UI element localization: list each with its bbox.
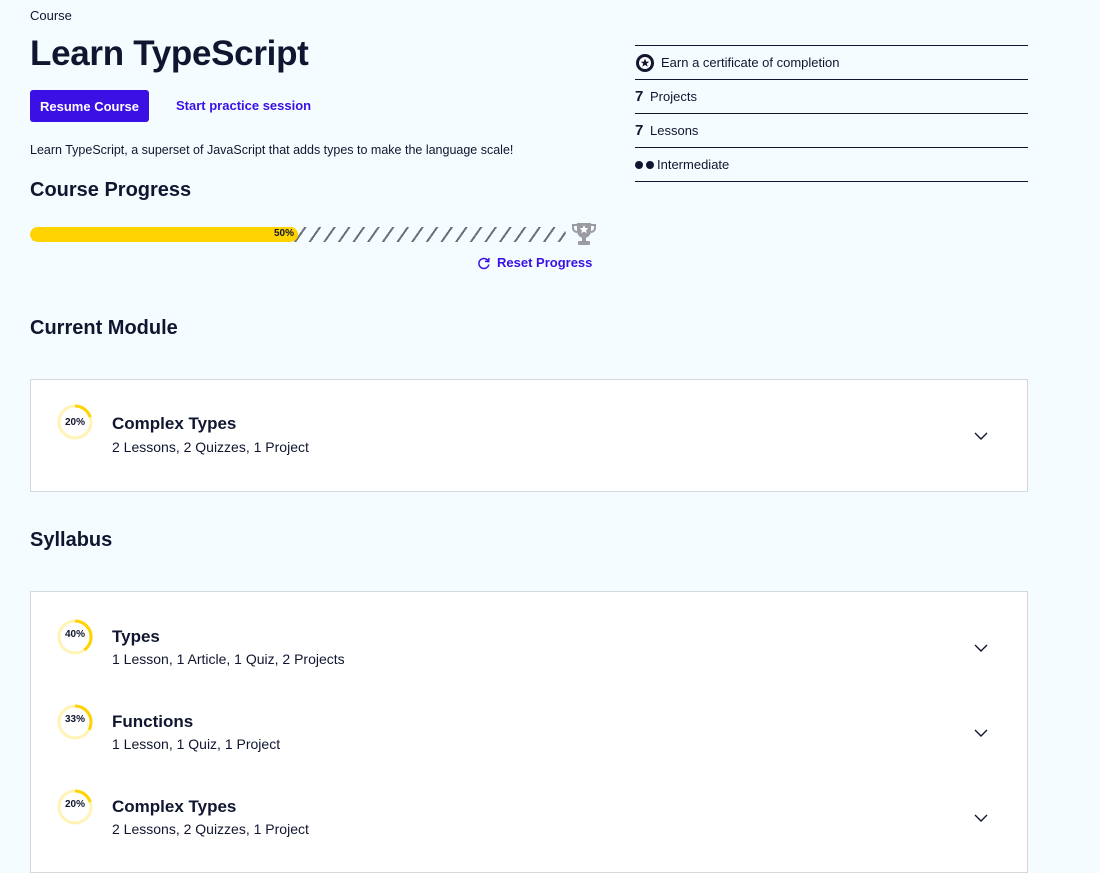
reset-icon [478, 257, 490, 269]
lessons-count: 7 [635, 122, 644, 139]
reset-progress-link[interactable]: Reset Progress [477, 255, 592, 270]
page-title: Learn TypeScript [30, 34, 309, 73]
certificate-label: Earn a certificate of completion [661, 55, 840, 70]
chevron-down-icon[interactable] [972, 809, 990, 827]
difficulty-dots-icon [635, 160, 654, 169]
resume-course-button[interactable]: Resume Course [30, 90, 149, 122]
current-module-card: 20% Complex Types 2 Lessons, 2 Quizzes, … [30, 379, 1028, 492]
module-meta: 1 Lesson, 1 Article, 1 Quiz, 2 Projects [112, 651, 345, 667]
trophy-icon [572, 223, 596, 245]
chevron-down-icon[interactable] [972, 639, 990, 657]
stat-lessons: 7 Lessons [635, 113, 1028, 147]
reset-progress-label: Reset Progress [497, 255, 593, 270]
lessons-label: Lessons [650, 123, 699, 138]
syllabus-card: 40% Types 1 Lesson, 1 Article, 1 Quiz, 2… [30, 591, 1028, 873]
course-progress-heading: Course Progress [30, 179, 192, 201]
projects-label: Projects [650, 89, 697, 104]
module-title: Complex Types [112, 414, 237, 433]
module-title: Types [112, 627, 160, 646]
chevron-down-icon[interactable] [972, 427, 990, 445]
syllabus-module-row[interactable]: 40% Types 1 Lesson, 1 Article, 1 Quiz, 2… [31, 592, 1027, 677]
current-module-row[interactable]: 20% Complex Types 2 Lessons, 2 Quizzes, … [31, 380, 1027, 491]
module-percent: 40% [64, 629, 85, 640]
syllabus-module-row[interactable]: 20% Complex Types 2 Lessons, 2 Quizzes, … [31, 762, 1027, 847]
course-eyebrow: Course [30, 8, 72, 23]
module-meta: 1 Lesson, 1 Quiz, 1 Project [112, 736, 281, 752]
module-title: Complex Types [112, 797, 237, 816]
projects-count: 7 [635, 88, 644, 105]
stat-projects: 7 Projects [635, 79, 1028, 113]
syllabus-module-row[interactable]: 33% Functions 1 Lesson, 1 Quiz, 1 Projec… [31, 677, 1027, 762]
syllabus-heading: Syllabus [30, 529, 113, 551]
level-label: Intermediate [657, 157, 730, 172]
course-progress-bar: 50% [30, 227, 566, 242]
course-stats: Earn a certificate of completion 7 Proje… [635, 45, 1028, 182]
certificate-icon [636, 53, 654, 72]
module-percent: 33% [64, 714, 85, 725]
current-module-heading: Current Module [30, 317, 178, 339]
course-progress-fill: 50% [30, 227, 298, 242]
stat-certificate: Earn a certificate of completion [635, 45, 1028, 79]
module-title: Functions [112, 712, 194, 731]
module-percent: 20% [64, 417, 85, 428]
module-meta: 2 Lessons, 2 Quizzes, 1 Project [112, 439, 309, 455]
course-description: Learn TypeScript, a superset of JavaScri… [30, 143, 514, 157]
module-percent: 20% [64, 799, 85, 810]
module-meta: 2 Lessons, 2 Quizzes, 1 Project [112, 821, 309, 837]
chevron-down-icon[interactable] [972, 724, 990, 742]
start-practice-link[interactable]: Start practice session [176, 98, 311, 113]
stat-level: Intermediate [635, 147, 1028, 182]
course-progress-label: 50% [273, 228, 294, 239]
